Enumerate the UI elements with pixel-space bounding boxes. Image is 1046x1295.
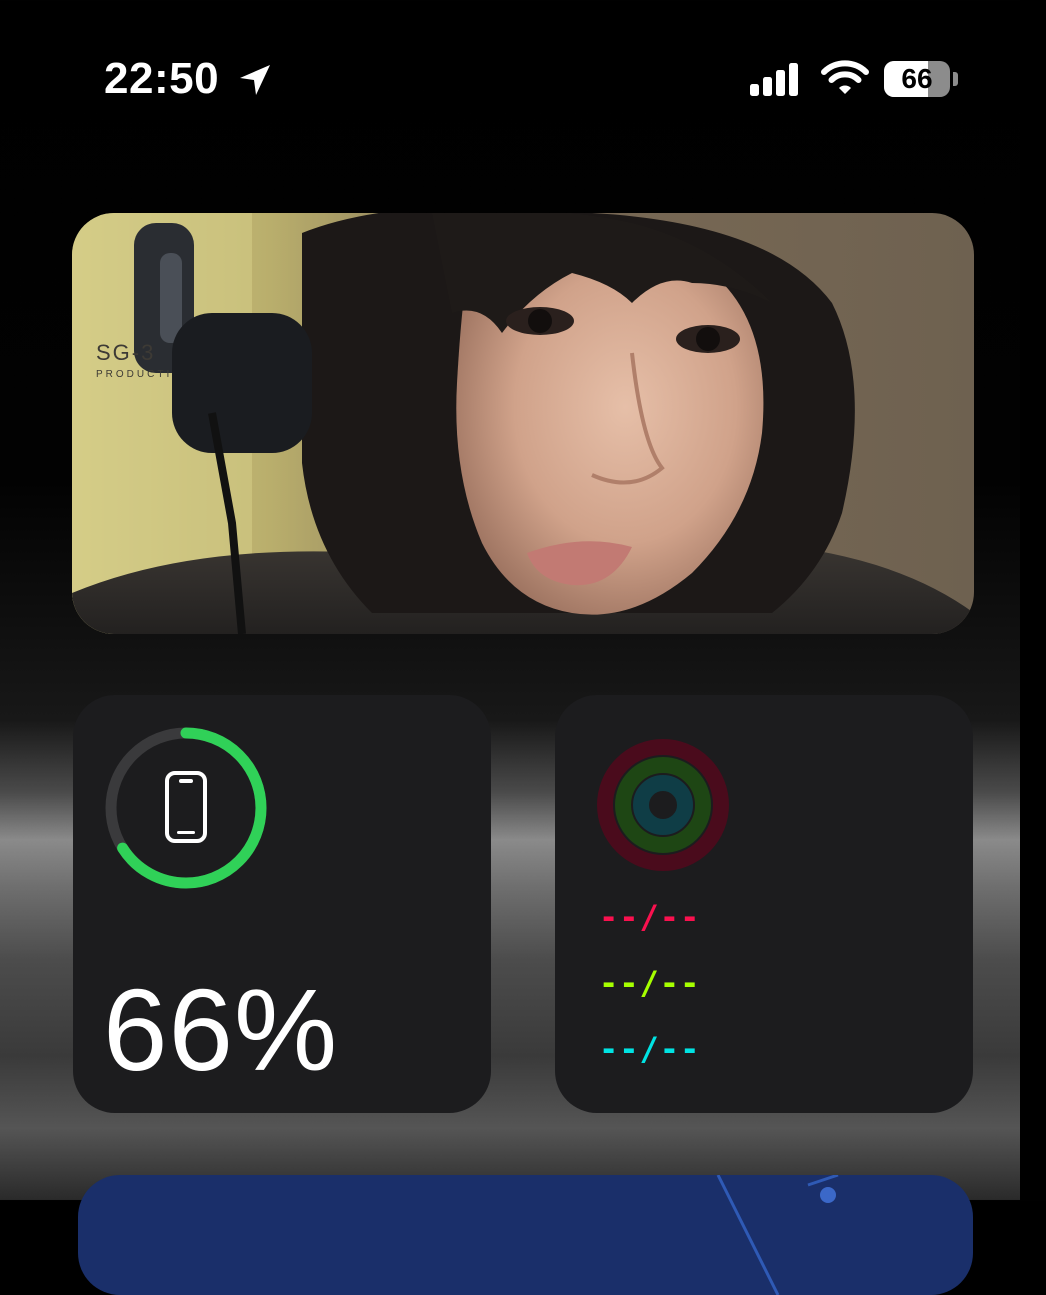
battery-icon: 66: [884, 61, 958, 97]
watermark-line1: SG-3: [96, 340, 155, 365]
device-bezel: [1020, 0, 1046, 1200]
move-value: --/--: [599, 898, 701, 936]
activity-widget[interactable]: --/-- --/-- --/--: [555, 695, 973, 1113]
batteries-widget[interactable]: 66%: [73, 695, 491, 1113]
battery-percent: 66%: [103, 965, 339, 1095]
exercise-value: --/--: [599, 964, 701, 1002]
battery-level-text: 66: [901, 63, 933, 94]
battery-ring: [105, 727, 267, 889]
watermark-line2: PRODUCTI: [96, 369, 172, 380]
cellular-signal-icon: [750, 63, 798, 96]
bottom-widget[interactable]: [78, 1175, 973, 1295]
home-screen: 22:50 66 SG-3 PRODUCTI 66% --/-- --/-- -…: [0, 0, 1046, 1295]
location-arrow-icon: [240, 65, 270, 95]
status-bar: 22:50 66: [0, 40, 1046, 120]
wifi-icon: [821, 60, 869, 94]
stand-value: --/--: [599, 1030, 701, 1068]
photo-widget[interactable]: SG-3 PRODUCTI: [72, 213, 974, 634]
portrait-photo: SG-3 PRODUCTI: [72, 213, 974, 634]
activity-rings-icon: [597, 739, 729, 871]
status-time: 22:50: [104, 54, 220, 103]
iphone-icon: [165, 771, 207, 843]
